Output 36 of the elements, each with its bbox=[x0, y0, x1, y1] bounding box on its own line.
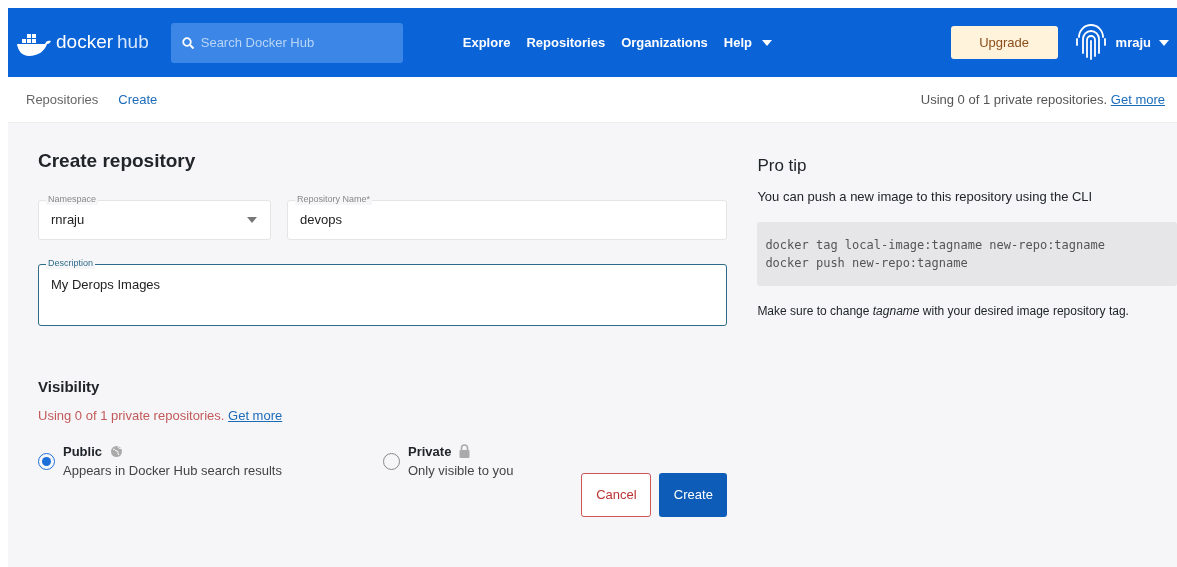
whale-icon bbox=[16, 32, 52, 57]
nav-link[interactable]: Repositories bbox=[526, 32, 606, 53]
code-block: docker tag local-image:tagname new-repo:tagname docker push new-repo:tagname bbox=[757, 222, 1177, 286]
tip-text: Make sure to change tagname with your desired image repository tag. bbox=[757, 303, 1130, 320]
field-label: Description bbox=[46, 256, 96, 269]
page-title: Create repository bbox=[38, 149, 197, 173]
globe-icon bbox=[110, 444, 123, 458]
section-title: Visibility bbox=[38, 376, 101, 397]
tip-text: You can push a new image to this repository using the CLI bbox=[757, 187, 1094, 206]
fingerprint-avatar-icon[interactable] bbox=[1073, 22, 1108, 63]
option-hint: Only visible to you bbox=[408, 462, 514, 480]
field-label: Repository Name* bbox=[295, 192, 373, 205]
user-menu-caret-icon bbox=[1159, 39, 1169, 46]
brand-suffix: hub bbox=[117, 30, 149, 55]
usage-text: Using 0 of 1 private repositories. Get more bbox=[920, 90, 1165, 109]
get-more-link[interactable]: Get more bbox=[1110, 91, 1165, 107]
logo[interactable]: docker hub bbox=[16, 28, 149, 57]
warning-text: Using 0 of 1 private repositories. Get more bbox=[38, 407, 284, 425]
brand-name: docker bbox=[56, 30, 114, 55]
get-more-link[interactable]: Get more bbox=[228, 408, 283, 423]
breadcrumb-item[interactable]: Create bbox=[112, 89, 172, 110]
option-hint: Appears in Docker Hub search results bbox=[63, 462, 282, 480]
option-label: Public bbox=[63, 442, 102, 461]
option-label: Private bbox=[408, 442, 452, 461]
lock-icon bbox=[459, 444, 471, 459]
cancel-button[interactable]: Cancel bbox=[581, 472, 652, 517]
breadcrumb-item[interactable]: Repositories bbox=[20, 89, 113, 110]
nav-link[interactable]: Help bbox=[723, 32, 773, 53]
username[interactable]: mraju bbox=[1115, 32, 1151, 53]
nav-link[interactable]: Organizations bbox=[621, 32, 708, 53]
dropdown-caret-icon bbox=[247, 216, 257, 223]
search-field[interactable]: Search Docker Hub bbox=[170, 22, 403, 63]
upgrade-button[interactable]: Upgrade bbox=[950, 26, 1058, 59]
section-title: Pro tip bbox=[757, 155, 808, 177]
create-button[interactable]: Create bbox=[659, 472, 728, 517]
nav-link[interactable]: Explore bbox=[462, 32, 511, 53]
